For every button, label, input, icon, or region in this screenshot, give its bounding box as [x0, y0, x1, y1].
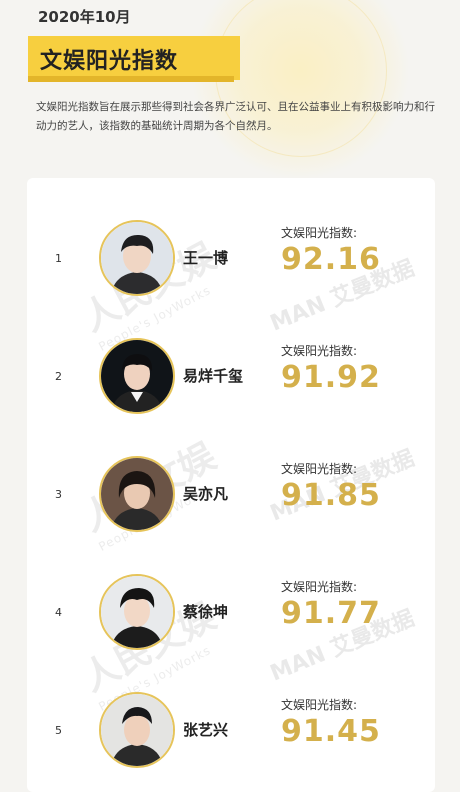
page-title: 文娱阳光指数 [40, 49, 179, 74]
period-date: 2020年10月 [38, 8, 131, 26]
rank-number: 5 [55, 724, 62, 737]
ranking-row: 3 吴亦凡 文娱阳光指数: 91.85 [27, 450, 435, 540]
rank-number: 4 [55, 606, 62, 619]
avatar [99, 456, 175, 532]
score-label: 文娱阳光指数: [281, 226, 358, 240]
avatar [99, 574, 175, 650]
artist-name: 王一博 [183, 249, 229, 267]
ranking-row: 2 易烊千玺 文娱阳光指数: 91.92 [27, 332, 435, 422]
ranking-row: 1 王一博 文娱阳光指数: 92.16 [27, 214, 435, 304]
ranking-card: 人民文娱People's JoyWorks MAN 艾曼数据 人民文娱Peopl… [27, 178, 435, 792]
portrait-icon [101, 222, 173, 294]
score-value: 91.77 [281, 596, 381, 631]
portrait-icon [101, 694, 173, 766]
avatar [99, 692, 175, 768]
rank-number: 2 [55, 370, 62, 383]
portrait-icon [101, 340, 173, 412]
ranking-row: 4 蔡徐坤 文娱阳光指数: 91.77 [27, 568, 435, 658]
description-text: 文娱阳光指数旨在展示那些得到社会各界广泛认可、且在公益事业上有积极影响力和行动力… [36, 101, 435, 132]
portrait-icon [101, 458, 173, 530]
artist-name: 张艺兴 [183, 721, 229, 739]
artist-name: 易烊千玺 [183, 367, 244, 385]
avatar [99, 220, 175, 296]
artist-name: 吴亦凡 [183, 485, 229, 503]
rank-number: 1 [55, 252, 62, 265]
score-label: 文娱阳光指数: [281, 462, 358, 476]
score-label: 文娱阳光指数: [281, 580, 358, 594]
rank-number: 3 [55, 488, 62, 501]
score-value: 91.85 [281, 478, 381, 513]
portrait-icon [101, 576, 173, 648]
score-label: 文娱阳光指数: [281, 344, 358, 358]
score-value: 91.92 [281, 360, 381, 395]
title-banner-shadow [28, 76, 234, 82]
score-value: 91.45 [281, 714, 381, 749]
score-value: 92.16 [281, 242, 381, 277]
ranking-row: 5 张艺兴 文娱阳光指数: 91.45 [27, 686, 435, 776]
avatar [99, 338, 175, 414]
artist-name: 蔡徐坤 [183, 603, 229, 621]
score-label: 文娱阳光指数: [281, 698, 358, 712]
